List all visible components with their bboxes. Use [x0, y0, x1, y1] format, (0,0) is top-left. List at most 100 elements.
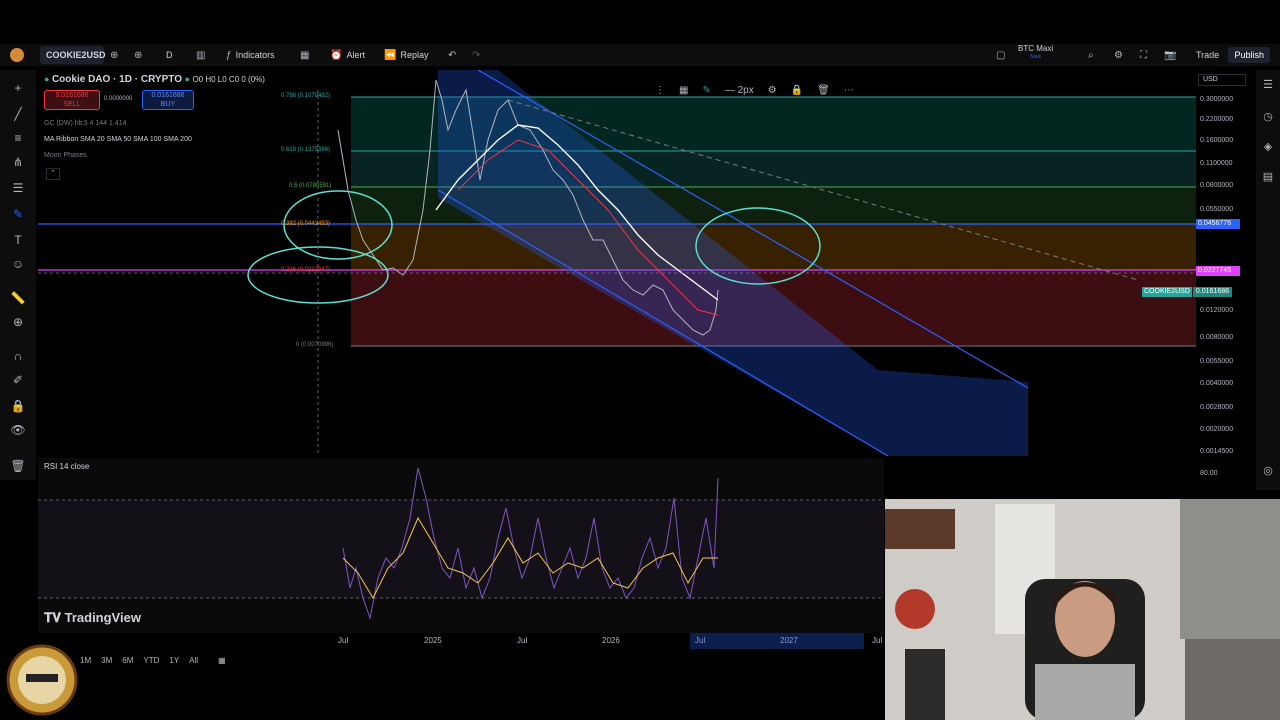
indicator-ma-ribbon-label[interactable]: MA Ribbon SMA 20 SMA 50 SMA 100 SMA 200	[44, 136, 192, 143]
search-icon[interactable]: ⌕	[1088, 44, 1094, 66]
user-avatar[interactable]	[10, 44, 24, 66]
fib-label-0: 0 (0.0070996)	[296, 342, 334, 348]
add-symbol-icon[interactable]: ⊕	[110, 44, 118, 66]
trend-line-icon[interactable]: ╱	[10, 106, 26, 122]
fib-zone-0382-0236	[351, 224, 1196, 270]
time-axis[interactable]: Jul 2025 Jul 2026 Jul 2027 Jul	[38, 633, 884, 649]
price-tick: 0.0020000	[1200, 426, 1234, 433]
price-tick: 0.0120000	[1200, 307, 1234, 314]
sell-button[interactable]: 0.0161686 SELL	[44, 90, 100, 110]
symbol-search[interactable]: COOKIE2USD	[40, 46, 106, 64]
chat-icon[interactable]: ▤	[1261, 170, 1275, 184]
calendar-icon[interactable]: ▦	[218, 656, 226, 670]
crosshair-icon[interactable]: +	[10, 80, 26, 96]
brush-icon[interactable]: ✎	[10, 206, 26, 222]
camera-icon[interactable]: 📷	[1164, 44, 1176, 66]
clock-icon[interactable]: ◷	[1261, 110, 1275, 124]
lock-icon[interactable]: 🔒	[791, 85, 803, 96]
range-ytd[interactable]: YTD	[143, 656, 159, 670]
time-tick: Jul	[338, 636, 349, 645]
time-tick: Jul	[517, 636, 528, 645]
drag-handle-icon[interactable]: ⋮	[655, 85, 665, 96]
range-3m[interactable]: 3M	[101, 656, 112, 670]
settings-icon[interactable]: ⚙	[1114, 44, 1123, 66]
layers-icon[interactable]: ◈	[1261, 140, 1275, 154]
fib-label-0236: 0.236 (0.0212547)	[281, 267, 331, 273]
range-1y[interactable]: 1Y	[169, 656, 179, 670]
time-tick: 2026	[602, 636, 620, 645]
indicator-gc-label[interactable]: GC (DW) hlc3 4 144 1.414	[44, 120, 126, 127]
price-tick: 0.3000000	[1200, 96, 1234, 103]
compare-icon[interactable]: ⊕	[134, 44, 142, 66]
magnet-icon[interactable]: ∩	[10, 348, 26, 364]
template-icon[interactable]: ▦	[679, 85, 688, 96]
ruler-icon[interactable]: 📏	[10, 290, 26, 306]
channel-logo	[2, 640, 82, 720]
status-dot-icon: ●	[44, 74, 50, 84]
price-tick: 0.1600000	[1200, 137, 1234, 144]
presenter-webcam	[885, 499, 1280, 720]
price-tick: 0.0014500	[1200, 448, 1234, 455]
blue-line-price-tag: 0.0456776	[1196, 219, 1240, 229]
fib-tools-icon[interactable]: ☰	[10, 180, 26, 196]
range-6m[interactable]: 6M	[122, 656, 133, 670]
trash-icon[interactable]: 🗑	[10, 458, 26, 474]
more-icon[interactable]: ⋯	[844, 85, 854, 96]
price-tick: 0.0550000	[1200, 206, 1234, 213]
trade-button[interactable]: Trade	[1196, 44, 1219, 66]
undo-icon[interactable]: ↶	[448, 44, 456, 66]
chart-legend-title: ● Cookie DAO · 1D · CRYPTO ● O0 H0 L0 C0…	[44, 74, 265, 85]
price-axis[interactable]: USD 0.3000000 0.2200000 0.1600000 0.1100…	[1196, 70, 1256, 456]
time-tick: Jul	[872, 636, 883, 645]
rsi-line	[342, 467, 719, 620]
drawing-toolbar-left: + ╱ ≡ ⋔ ☰ ✎ T ☺ 📏 ⊕ ∩ ✐ 🔒 👁 🗑	[0, 70, 36, 480]
line-width-button[interactable]: — 2px	[725, 85, 754, 96]
trash-icon[interactable]: 🗑	[817, 85, 830, 96]
time-tick: 2025	[424, 636, 442, 645]
price-chart[interactable]: 0.786 (0.1078482) 0.618 (0.1375386) 0.5 …	[38, 70, 1196, 456]
horizontal-lines-icon[interactable]: ≡	[10, 130, 26, 146]
fib-label-0382: 0.382 (0.0443453)	[281, 221, 331, 227]
range-selector: 1M 3M 6M YTD 1Y All ▦	[80, 656, 226, 670]
lock-icon[interactable]: 🔒	[10, 398, 26, 414]
time-axis-selection	[690, 633, 864, 649]
price-tick: 0.1100000	[1200, 160, 1233, 167]
widget-toolbar-right: ☰ ◷ ◈ ▤ ◎	[1256, 70, 1280, 490]
replay-icon: ⏪	[384, 49, 397, 61]
stay-in-drawing-icon[interactable]: ✐	[10, 372, 26, 388]
pink-line-price-tag: 0.0227745	[1196, 266, 1240, 276]
zoom-icon[interactable]: ⊕	[10, 314, 26, 330]
layout-icon[interactable]: ▢	[996, 44, 1005, 66]
watchlist-icon[interactable]: ☰	[1261, 78, 1275, 92]
buy-button[interactable]: 0.0161686 BUY	[142, 90, 194, 110]
chart-type-icon[interactable]: ▥	[196, 44, 205, 66]
collapse-legend-icon[interactable]: ⌃	[46, 168, 60, 180]
pitchfork-icon[interactable]: ⋔	[10, 154, 26, 170]
spread-value: 0.0000000	[104, 96, 133, 102]
pencil-color-icon[interactable]: ✎	[702, 85, 710, 96]
price-tick: 0.2200000	[1200, 116, 1234, 123]
interval-button[interactable]: D	[166, 44, 173, 66]
alert-button[interactable]: ⏰ Alert	[330, 44, 365, 66]
price-tick: 0.0080000	[1200, 334, 1234, 341]
layout-name[interactable]: BTC Maxi Save	[1018, 44, 1053, 66]
publish-button[interactable]: Publish	[1228, 47, 1270, 63]
text-icon[interactable]: T	[10, 232, 26, 248]
eye-icon[interactable]: 👁	[10, 422, 26, 438]
price-tick: 0.0028000	[1200, 404, 1234, 411]
redo-icon[interactable]: ↷	[472, 44, 480, 66]
current-price-tag: COOKIE2USD 0.0161686	[1142, 287, 1232, 297]
channel-logo-icon	[6, 644, 78, 716]
indicators-button[interactable]: ƒ Indicators	[226, 44, 275, 66]
webcam-feed-icon	[885, 499, 1280, 720]
indicator-moon-phases-label[interactable]: Moon Phases	[44, 152, 87, 159]
emoji-icon[interactable]: ☺	[10, 256, 26, 272]
templates-icon[interactable]: ▦	[300, 44, 309, 66]
target-icon[interactable]: ◎	[1261, 464, 1275, 478]
range-all[interactable]: All	[189, 656, 198, 670]
settings-icon[interactable]: ⚙	[768, 85, 777, 96]
replay-button[interactable]: ⏪ Replay	[384, 44, 428, 66]
alarm-icon: ⏰	[330, 49, 343, 61]
currency-selector[interactable]: USD	[1198, 74, 1246, 86]
fullscreen-icon[interactable]: ⛶	[1140, 44, 1147, 66]
